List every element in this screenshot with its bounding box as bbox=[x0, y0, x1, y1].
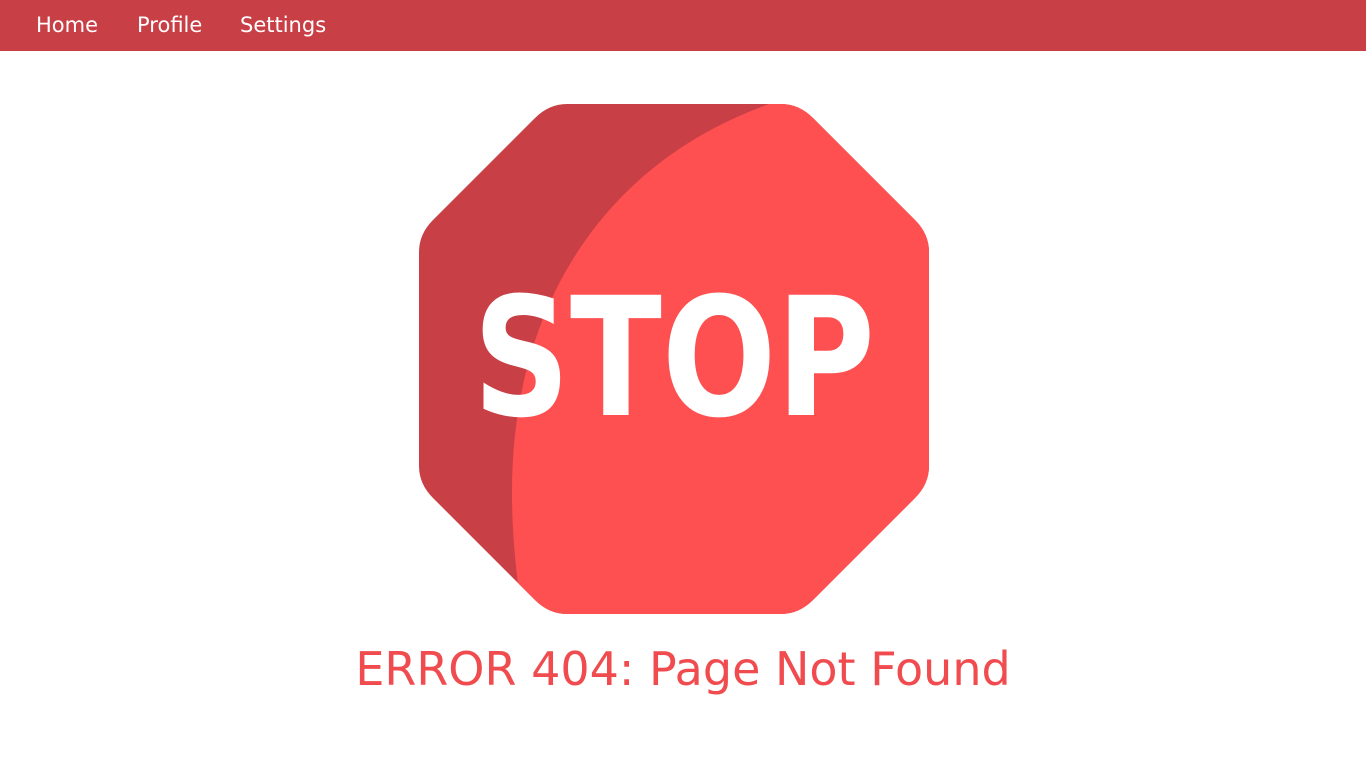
stop-sign-text: STOP bbox=[473, 262, 875, 454]
nav-link-home[interactable]: Home bbox=[36, 11, 98, 39]
nav-link-settings[interactable]: Settings bbox=[240, 11, 326, 39]
error-message: ERROR 404: Page Not Found bbox=[355, 642, 1011, 696]
stop-sign-icon: STOP bbox=[419, 104, 929, 614]
nav-link-profile[interactable]: Profile bbox=[137, 11, 202, 39]
top-navigation-bar: Home Profile Settings bbox=[0, 0, 1366, 51]
